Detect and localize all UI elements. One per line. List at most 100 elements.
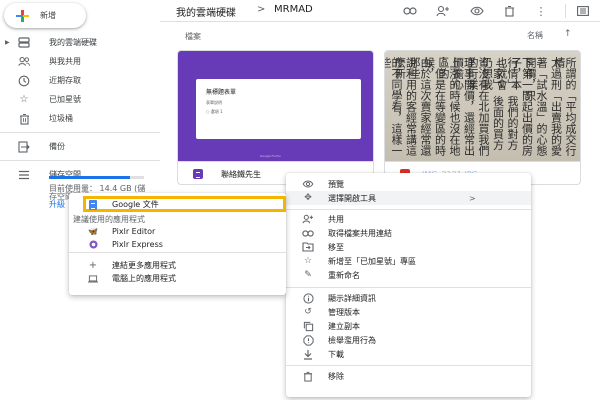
submenu-item-pixlr-editor[interactable]: 🦋 Pixlr Editor <box>69 225 286 238</box>
sort-direction-icon[interactable]: ↑ <box>564 29 572 39</box>
menu-item-rename[interactable]: ✎ 重新命名 <box>286 268 531 282</box>
submenu-divider <box>69 252 286 253</box>
folder-move-icon <box>302 241 314 253</box>
sidebar-nav: ▶ 我的雲端硬碟 與我共用 近期存取 ☆ 已加星號 垃圾桶 備份 儲存空間 <box>0 33 160 184</box>
menu-item-copy[interactable]: 建立副本 <box>286 319 531 333</box>
submenu-item-label: 電腦上的應用程式 <box>112 274 176 283</box>
sidebar-item-backup[interactable]: 備份 <box>0 137 160 156</box>
menu-item-share[interactable]: 共用 <box>286 212 531 226</box>
submenu-item-label: Pixlr Express <box>112 240 163 249</box>
eye-icon[interactable] <box>470 4 484 18</box>
person-add-icon[interactable] <box>436 4 450 18</box>
sidebar-item-trash[interactable]: 垃圾桶 <box>0 109 160 128</box>
plus-color-icon <box>16 9 29 22</box>
menu-item-label: 下載 <box>328 349 344 359</box>
top-bar: 我的雲端硬碟 > MRMAD ⋮ <box>160 0 600 22</box>
google-docs-icon <box>88 199 98 210</box>
open-with-submenu: Google 文件 建議使用的應用程式 🦋 Pixlr Editor Pixlr… <box>69 193 286 295</box>
sidebar-item-label: 近期存取 <box>49 76 81 85</box>
breadcrumb-folder[interactable]: MRMAD <box>274 4 313 15</box>
submenu-item-google-docs[interactable]: Google 文件 <box>69 198 286 211</box>
file-card-image[interactable]: 所謂的「平均成交行情 太過刑「出賣我的愛 著「試水溫」的心態開價，只 下第一間起出價的… <box>384 50 581 185</box>
menu-item-label: 顯示詳細資訊 <box>328 293 376 303</box>
sidebar-item-shared[interactable]: 與我共用 <box>0 52 160 71</box>
submenu-item-label: Google 文件 <box>112 200 159 209</box>
pixlr-express-icon <box>88 240 98 250</box>
sidebar-item-starred[interactable]: ☆ 已加星號 <box>0 90 160 109</box>
sidebar-divider <box>0 132 160 133</box>
link-icon <box>302 227 314 239</box>
menu-item-label: 管理版本 <box>328 307 360 317</box>
menu-item-preview[interactable]: 預覽 <box>286 177 531 191</box>
breadcrumb-root[interactable]: 我的雲端硬碟 <box>176 4 236 19</box>
menu-item-get-link[interactable]: 取得檔案共用連結 <box>286 226 531 240</box>
caret-right-icon[interactable]: ▶ <box>5 39 10 46</box>
form-thumbnail: 無標題表單 表單說明 ○ 選項 1 Google Forms <box>178 51 373 161</box>
more-vert-icon[interactable]: ⋮ <box>534 4 548 18</box>
menu-item-versions[interactable]: ↺ 管理版本 <box>286 305 531 319</box>
people-icon <box>18 56 30 68</box>
submenu-item-label: 連結更多應用程式 <box>112 261 176 270</box>
menu-item-download[interactable]: 下載 <box>286 347 531 361</box>
storage-progress-bar <box>49 176 144 179</box>
files-section-label: 檔案 <box>185 32 201 41</box>
menu-item-label: 新增至「已加星號」專區 <box>328 256 416 266</box>
upgrade-link[interactable]: 升級 <box>49 199 65 210</box>
butterfly-icon: 🦋 <box>88 227 98 236</box>
menu-item-label: 共用 <box>328 214 344 224</box>
google-forms-icon <box>193 169 203 179</box>
menu-item-label: 移除 <box>328 371 344 381</box>
suggested-apps-caption: 建議使用的應用程式 <box>73 215 145 224</box>
sidebar-item-my-drive[interactable]: ▶ 我的雲端硬碟 <box>0 33 160 52</box>
file-name: 聯絡鐵先生 <box>221 169 261 179</box>
sidebar-item-label: 與我共用 <box>49 57 81 66</box>
star-icon: ☆ <box>19 94 29 105</box>
chevron-right-icon: > <box>469 193 476 203</box>
clock-icon <box>18 75 30 87</box>
person-add-icon <box>302 213 314 225</box>
menu-item-add-star[interactable]: ☆ 新增至「已加星號」專區 <box>286 254 531 268</box>
star-icon: ☆ <box>303 256 313 266</box>
form-description: 表單說明 <box>206 100 222 105</box>
drive-icon <box>18 37 30 49</box>
sidebar-item-storage[interactable]: 儲存空間 <box>0 165 160 184</box>
backup-icon <box>18 140 30 153</box>
menu-item-report[interactable]: 檢舉濫用行為 <box>286 333 531 347</box>
trash-icon <box>18 113 30 125</box>
pencil-icon: ✎ <box>304 270 312 280</box>
history-icon: ↺ <box>304 307 312 317</box>
laptop-icon <box>88 274 98 284</box>
photo-text-line: 的不同學看，這樣一些 <box>385 57 403 156</box>
form-option: ○ 選項 1 <box>206 109 223 114</box>
menu-item-label: 重新命名 <box>328 270 360 280</box>
menu-item-label: 移至 <box>328 242 344 252</box>
menu-item-move[interactable]: 移至 <box>286 240 531 254</box>
new-button[interactable]: 新增 <box>4 3 86 28</box>
info-icon <box>302 292 314 304</box>
context-menu: 預覽 ✥ 選擇開啟工具 > 共用 取得檔案共用連結 移至 ☆ 新增至「已加星號」… <box>286 173 531 397</box>
submenu-item-pixlr-express[interactable]: Pixlr Express <box>69 238 286 251</box>
menu-item-label: 選擇開啟工具 <box>328 193 376 203</box>
menu-item-details[interactable]: 顯示詳細資訊 <box>286 291 531 305</box>
menu-item-remove[interactable]: 移除 <box>286 369 531 383</box>
sidebar-item-label: 備份 <box>49 142 65 151</box>
move-icon: ✥ <box>304 193 312 203</box>
menu-divider <box>286 365 531 366</box>
menu-item-label: 取得檔案共用連結 <box>328 228 392 238</box>
sidebar-item-recent[interactable]: 近期存取 <box>0 71 160 90</box>
toolbar-divider <box>565 4 566 18</box>
submenu-item-connect-more[interactable]: + 連結更多應用程式 <box>69 259 286 272</box>
file-card-form[interactable]: 無標題表單 表單說明 ○ 選項 1 Google Forms 聯絡鐵先生 <box>177 50 374 185</box>
trash-icon <box>302 370 314 382</box>
storage-progress-fill <box>49 176 130 179</box>
menu-item-label: 預覽 <box>328 179 344 189</box>
submenu-item-computer-apps[interactable]: 電腦上的應用程式 <box>69 272 286 285</box>
list-view-icon[interactable] <box>576 4 590 18</box>
sort-button[interactable]: 名稱 <box>527 30 543 41</box>
menu-item-open-with[interactable]: ✥ 選擇開啟工具 > <box>286 191 531 205</box>
trash-icon[interactable] <box>502 4 516 18</box>
form-title: 無標題表單 <box>206 89 237 96</box>
photo-text-line: 太過刑「出賣我的愛 <box>549 57 563 156</box>
sidebar-item-label: 已加星號 <box>49 95 81 104</box>
link-icon[interactable] <box>403 4 417 18</box>
